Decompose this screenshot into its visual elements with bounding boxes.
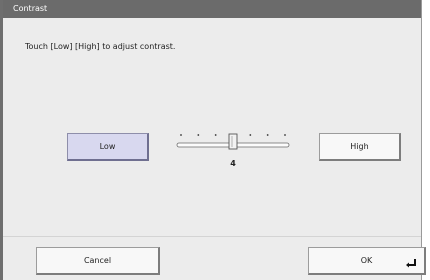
contrast-value: 4 bbox=[230, 159, 236, 168]
ok-label: OK bbox=[360, 256, 373, 265]
slider-tick bbox=[266, 134, 269, 136]
cancel-button[interactable]: Cancel bbox=[36, 247, 160, 275]
enter-icon bbox=[406, 259, 416, 268]
contrast-slider[interactable]: 4 bbox=[171, 128, 295, 172]
slider-tick bbox=[249, 134, 252, 136]
high-button[interactable]: High bbox=[319, 133, 401, 161]
footer-divider bbox=[3, 236, 421, 237]
slider-tick bbox=[197, 134, 200, 136]
contrast-slider-track bbox=[176, 133, 290, 150]
contrast-dialog: Contrast Touch [Low] [High] to adjust co… bbox=[0, 0, 426, 280]
slider-tick bbox=[180, 134, 182, 136]
slider-thumb[interactable] bbox=[228, 133, 238, 150]
slider-tick bbox=[284, 134, 286, 136]
ok-button[interactable]: OK bbox=[308, 247, 426, 275]
slider-tick bbox=[214, 134, 217, 136]
instruction-text: Touch [Low] [High] to adjust contrast. bbox=[25, 42, 176, 51]
low-button[interactable]: Low bbox=[67, 133, 149, 161]
dialog-title: Contrast bbox=[3, 0, 421, 18]
